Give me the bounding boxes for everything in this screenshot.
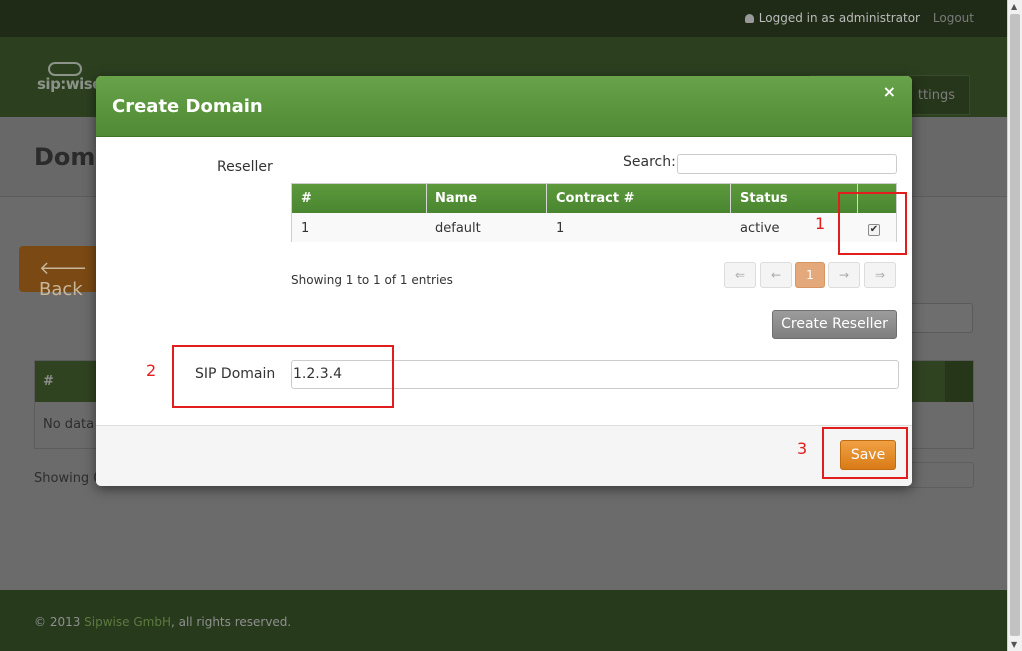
domains-table-header-end	[945, 361, 973, 402]
scroll-down-icon[interactable]: ▼	[1011, 640, 1017, 649]
close-icon[interactable]: ×	[883, 82, 896, 101]
scrollbar-thumb[interactable]	[1010, 14, 1020, 636]
last-page-icon[interactable]: ⇒	[864, 262, 896, 288]
page-scrollbar[interactable]: ▲ ▼	[1007, 0, 1022, 651]
nav-settings-label: ttings	[917, 88, 955, 103]
logged-in-status: Logged in as administrator	[744, 11, 920, 25]
modal-header: Create Domain ×	[96, 76, 912, 137]
domains-table-hash: #	[43, 374, 54, 389]
background-showing: Showing 0	[34, 471, 102, 486]
create-reseller-button[interactable]: Create Reseller	[772, 310, 897, 339]
sipwise-logo[interactable]: sip:wise	[37, 75, 102, 93]
footer-copyright: © 2013	[34, 615, 85, 629]
prev-page-icon[interactable]: ←	[760, 262, 792, 288]
back-label: Back	[39, 279, 83, 300]
annotation-number-3: 3	[797, 439, 808, 458]
back-arrow-icon: 🡐	[39, 258, 88, 279]
annotation-number-1: 1	[815, 214, 826, 233]
logout-link[interactable]: Logout	[933, 11, 974, 25]
top-bar: Logged in as administrator Logout	[0, 0, 1007, 37]
footer-company-link[interactable]: Sipwise GmbH	[84, 615, 171, 629]
col-header-status[interactable]: Status	[740, 191, 788, 206]
modal-title: Create Domain	[112, 96, 263, 117]
modal-footer: Save	[96, 425, 912, 486]
reseller-search-input[interactable]	[677, 154, 897, 174]
footer-rights: , all rights reserved.	[170, 615, 292, 629]
search-label: Search:	[623, 154, 676, 170]
entries-info: Showing 1 to 1 of 1 entries	[291, 273, 453, 287]
user-icon	[744, 14, 754, 23]
first-page-icon[interactable]: ⇐	[724, 262, 756, 288]
cell-contract: 1	[556, 221, 565, 236]
create-domain-modal: Create Domain × Reseller Search: # Name …	[96, 76, 912, 486]
annotation-box-2	[172, 345, 394, 408]
footer: © 2013 Sipwise GmbH, all rights reserved…	[0, 590, 1007, 651]
annotation-number-2: 2	[146, 361, 157, 380]
cell-name: default	[435, 221, 481, 236]
col-header-contract[interactable]: Contract #	[556, 191, 634, 206]
col-header-id[interactable]: #	[301, 191, 312, 206]
reseller-table: # Name Contract # Status 1 default 1 act…	[291, 183, 897, 242]
cell-status: active	[740, 221, 780, 236]
reseller-label: Reseller	[217, 159, 273, 175]
cell-id: 1	[301, 221, 310, 236]
background-pager[interactable]	[908, 462, 974, 488]
logo-cloud-icon	[48, 62, 82, 76]
scroll-up-icon[interactable]: ▲	[1011, 2, 1017, 11]
annotation-box-3	[822, 427, 908, 479]
col-header-name[interactable]: Name	[435, 191, 477, 206]
reseller-table-header: # Name Contract # Status	[292, 184, 896, 213]
table-row[interactable]: 1 default 1 active ✔	[292, 213, 896, 242]
annotation-box-1	[838, 192, 907, 255]
logged-in-text: Logged in as administrator	[758, 11, 920, 25]
page-1-button[interactable]: 1	[795, 262, 825, 288]
next-page-icon[interactable]: →	[828, 262, 860, 288]
